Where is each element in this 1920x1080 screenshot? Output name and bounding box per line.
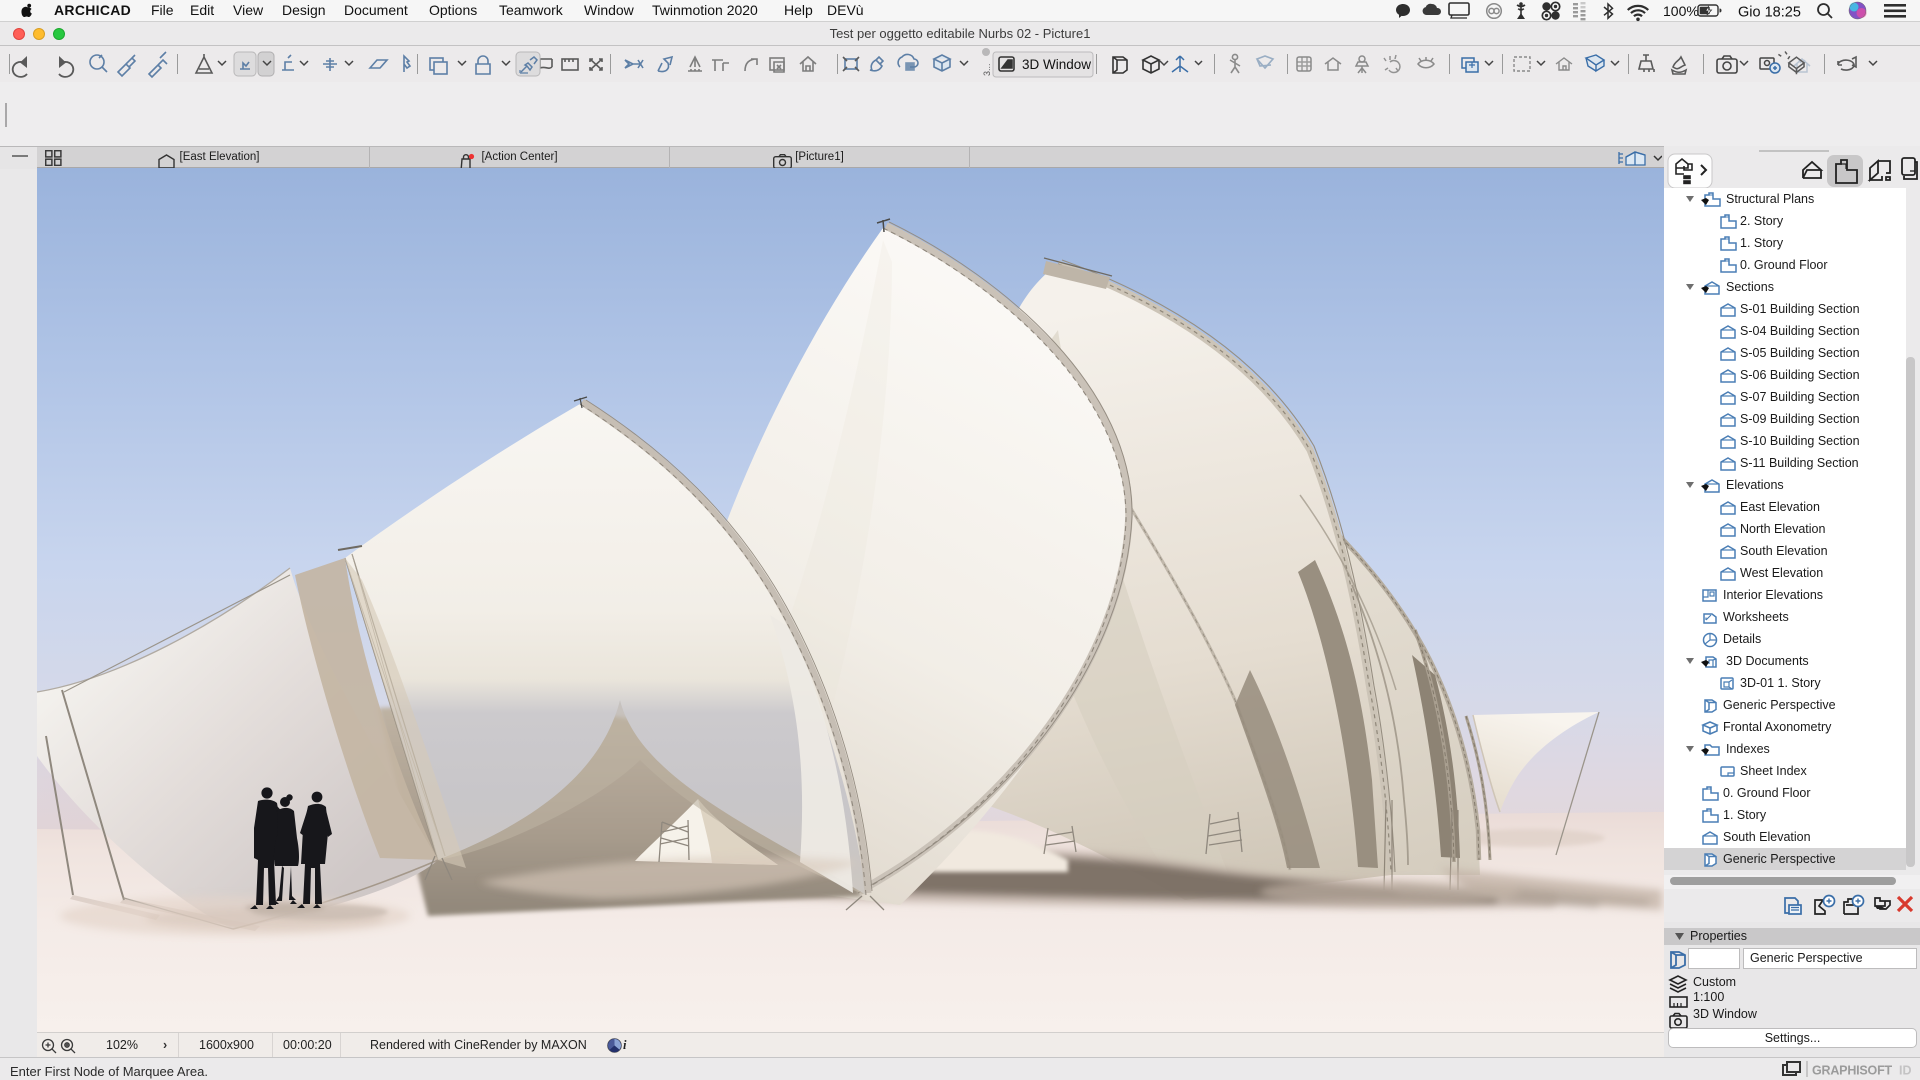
svg-text:GRAPHISOFT: GRAPHISOFT xyxy=(1812,1064,1893,1078)
svg-text:ID: ID xyxy=(1899,1064,1912,1078)
svg-text:Gio 18:25: Gio 18:25 xyxy=(1738,5,1801,21)
svg-text:3D Window: 3D Window xyxy=(1022,57,1091,72)
svg-text:100%: 100% xyxy=(1663,3,1699,19)
svg-text:3...: 3... xyxy=(982,63,992,76)
